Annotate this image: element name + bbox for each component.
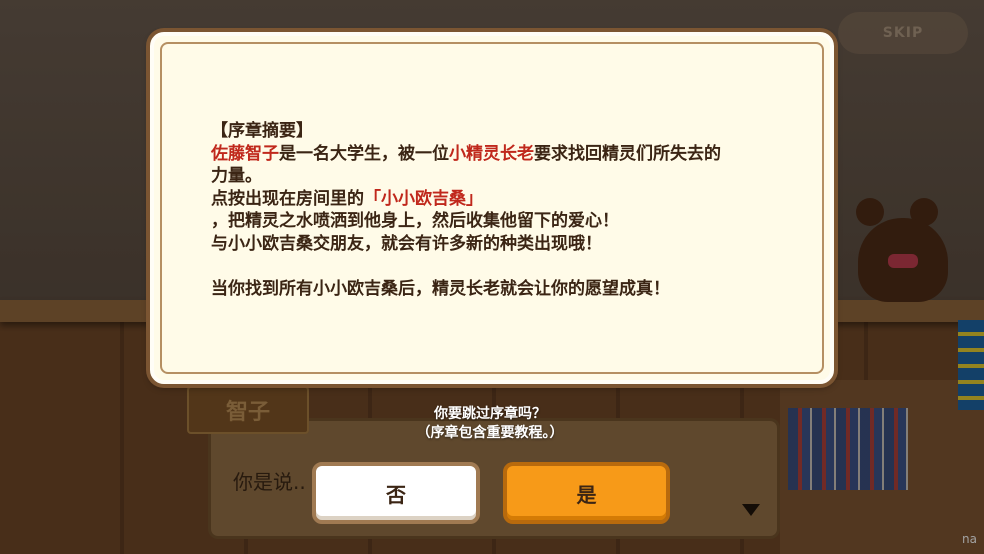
- summary-line-3: 点按出现在房间里的「小小欧吉桑」: [211, 188, 811, 211]
- yes-button[interactable]: 是: [503, 462, 670, 524]
- prologue-summary-panel: 【序章摘要】 佐藤智子是一名大学生，被一位小精灵长老要求找回精灵们所失去的 力量…: [150, 32, 834, 384]
- summary-heading: 【序章摘要】: [211, 121, 313, 141]
- summary-text-segment: 要求找回精灵们所失去的: [534, 143, 721, 164]
- skip-question: 你要跳过序章吗？: [434, 406, 546, 422]
- summary-text: 【序章摘要】 佐藤智子是一名大学生，被一位小精灵长老要求找回精灵们所失去的 力量…: [211, 120, 811, 300]
- summary-line-6: 当你找到所有小小欧吉桑后，精灵长老就会让你的愿望成真！: [211, 278, 670, 299]
- no-button[interactable]: 否: [312, 462, 480, 524]
- summary-line-4: ，把精灵之水喷洒到他身上，然后收集他留下的爱心！: [211, 211, 619, 231]
- summary-line-5: 与小小欧吉桑交朋友，就会有许多新的种类出现哦！: [211, 233, 602, 254]
- summary-blank-line: [211, 255, 811, 278]
- summary-text-segment: 是一名大学生，被一位: [279, 143, 449, 164]
- skip-note: （序章包含重要教程。）: [416, 425, 564, 441]
- skip-confirm-prompt: 你要跳过序章吗？ （序章包含重要教程。）: [400, 405, 580, 443]
- summary-line-2: 力量。: [211, 166, 262, 186]
- summary-text-segment: 点按出现在房间里的: [211, 188, 364, 209]
- summary-line-1: 佐藤智子是一名大学生，被一位小精灵长老要求找回精灵们所失去的: [211, 143, 811, 166]
- highlight-name: 「小小欧吉桑」: [364, 188, 483, 209]
- highlight-name: 佐藤智子: [211, 143, 279, 164]
- highlight-name: 小精灵长老: [449, 143, 534, 164]
- skip-button[interactable]: SKIP: [838, 12, 968, 54]
